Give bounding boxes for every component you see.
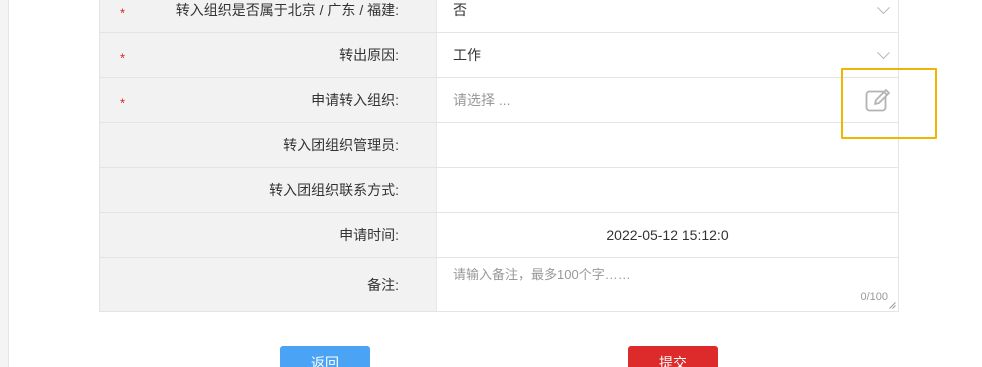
form-label-cell: 转入团组织联系方式: <box>100 168 437 212</box>
region-select[interactable]: 否 <box>437 0 898 32</box>
target-org-picker[interactable]: 请选择 ... <box>437 78 898 122</box>
org-contact-label: 转入团组织联系方式: <box>269 182 399 198</box>
form-label-cell: 备注: <box>100 258 437 311</box>
org-admin-label: 转入团组织管理员: <box>283 137 399 153</box>
chevron-down-icon[interactable] <box>877 1 890 15</box>
submit-button[interactable]: 提交 <box>628 346 718 367</box>
reason-label: 转出原因: <box>339 47 399 63</box>
required-mark: * <box>120 50 126 66</box>
form-row-target-org: * 申请转入组织: 请选择 ... <box>100 78 898 123</box>
form-label-cell: 转入团组织管理员: <box>100 123 437 167</box>
form-row-remark: 备注: 请输入备注，最多100个字…… 0/100 <box>100 258 898 311</box>
form-label-cell: * 转出原因: <box>100 33 437 77</box>
form-label-cell: * 转入组织是否属于北京 / 广东 / 福建: <box>100 0 437 32</box>
apply-time-value: 2022-05-12 15:12:0 <box>437 213 898 257</box>
form-row-org-contact: 转入团组织联系方式: <box>100 168 898 213</box>
form-label-cell: 申请时间: <box>100 213 437 257</box>
edit-icon[interactable] <box>864 86 892 114</box>
form-row-apply-time: 申请时间: 2022-05-12 15:12:0 <box>100 213 898 258</box>
apply-time-label: 申请时间: <box>339 227 399 243</box>
left-rail <box>0 0 9 367</box>
apply-time-text: 2022-05-12 15:12:0 <box>606 227 729 243</box>
form-row-org-admin: 转入团组织管理员: <box>100 123 898 168</box>
required-mark: * <box>120 95 126 111</box>
org-admin-value <box>437 123 898 167</box>
org-contact-value <box>437 168 898 212</box>
form-label-cell: * 申请转入组织: <box>100 78 437 122</box>
form-row-region: * 转入组织是否属于北京 / 广东 / 福建: 否 <box>100 0 898 33</box>
target-org-label: 申请转入组织: <box>311 92 399 108</box>
required-mark: * <box>120 5 126 21</box>
remark-textarea[interactable]: 请输入备注，最多100个字…… 0/100 <box>437 258 898 311</box>
region-select-value: 否 <box>453 2 467 18</box>
reason-select[interactable]: 工作 <box>437 33 898 77</box>
transfer-form: * 转入组织是否属于北京 / 广东 / 福建: 否 * 转出原因: 工作 * 申… <box>99 0 899 312</box>
resize-handle-icon[interactable] <box>889 302 896 309</box>
form-row-reason: * 转出原因: 工作 <box>100 33 898 78</box>
target-org-placeholder: 请选择 ... <box>453 92 511 108</box>
region-label: 转入组织是否属于北京 / 广东 / 福建: <box>175 2 399 18</box>
reason-select-value: 工作 <box>453 47 481 63</box>
remark-placeholder: 请输入备注，最多100个字…… <box>453 267 631 282</box>
remark-label: 备注: <box>367 276 399 293</box>
remark-char-counter: 0/100 <box>860 291 888 303</box>
back-button[interactable]: 返回 <box>280 346 370 367</box>
chevron-down-icon[interactable] <box>877 46 890 60</box>
